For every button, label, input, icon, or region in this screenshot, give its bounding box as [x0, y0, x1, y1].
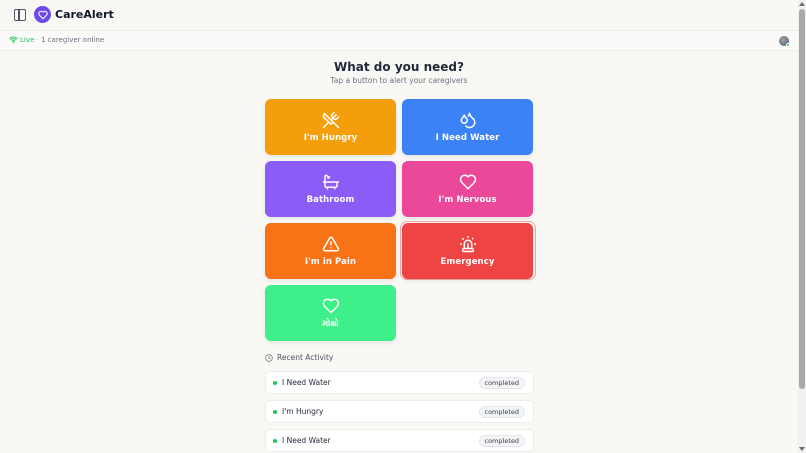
- clock-icon: [265, 353, 273, 362]
- status-separator: ·: [35, 36, 38, 44]
- activity-status-dot: [273, 381, 277, 385]
- activity-label: I'm Hungry: [282, 407, 324, 416]
- nervous-alert-label: I'm Nervous: [438, 195, 497, 205]
- activity-status-dot: [273, 410, 277, 414]
- scrollbar-thumb[interactable]: [799, 9, 805, 389]
- custom-alert-label: મોક્ષો: [322, 319, 339, 329]
- heart-icon: [322, 298, 339, 314]
- sidebar-toggle-icon[interactable]: [14, 9, 26, 21]
- nervous-alert-button[interactable]: I'm Nervous: [402, 161, 533, 217]
- page-scrollbar[interactable]: [798, 0, 806, 453]
- status-bar: Live · 1 caregiver online: [0, 30, 798, 51]
- page-subtitle: Tap a button to alert your caregivers: [330, 76, 468, 85]
- emergency-alert-label: Emergency: [440, 257, 495, 267]
- scroll-up-arrow-icon[interactable]: [798, 1, 806, 7]
- recent-activity-title: Recent Activity: [277, 353, 334, 362]
- emergency-alert-button[interactable]: Emergency: [402, 223, 533, 279]
- alert-triangle-icon: [322, 236, 339, 252]
- app-title: CareAlert: [55, 8, 114, 21]
- hungry-alert-button[interactable]: I'm Hungry: [265, 99, 396, 155]
- recent-activity-header: Recent Activity: [265, 353, 333, 362]
- page-title: What do you need?: [334, 60, 464, 74]
- status-badge: completed: [478, 406, 525, 418]
- pain-alert-label: I'm in Pain: [304, 257, 357, 267]
- bath-icon: [322, 174, 339, 190]
- water-alert-button[interactable]: I Need Water: [402, 99, 533, 155]
- status-badge: completed: [478, 377, 525, 389]
- top-bar: CareAlert: [0, 0, 798, 30]
- bathroom-alert-label: Bathroom: [306, 195, 355, 205]
- status-badge: completed: [478, 435, 525, 447]
- app-logo: [34, 6, 51, 23]
- water-alert-label: I Need Water: [435, 133, 500, 143]
- heart-icon: [459, 174, 476, 190]
- online-status-dot: [786, 43, 790, 47]
- activity-label: I Need Water: [282, 378, 331, 387]
- siren-icon: [459, 235, 476, 253]
- custom-alert-button[interactable]: મોક્ષો: [265, 285, 396, 341]
- activity-row: I Need Water completed: [265, 429, 534, 452]
- live-indicator: Live: [20, 36, 35, 44]
- pain-alert-button[interactable]: I'm in Pain: [265, 223, 396, 279]
- utensils-crossed-icon: [322, 111, 339, 129]
- hungry-alert-label: I'm Hungry: [303, 133, 358, 143]
- bathroom-alert-button[interactable]: Bathroom: [265, 161, 396, 217]
- scroll-down-arrow-icon[interactable]: [798, 446, 806, 452]
- activity-status-dot: [273, 439, 277, 443]
- activity-label: I Need Water: [282, 436, 331, 445]
- caregiver-online-count: 1 caregiver online: [41, 36, 105, 44]
- droplets-icon: [460, 112, 476, 129]
- wifi-icon: [9, 36, 18, 44]
- activity-row: I Need Water completed: [265, 371, 534, 394]
- activity-row: I'm Hungry completed: [265, 400, 534, 423]
- heart-icon: [37, 10, 48, 19]
